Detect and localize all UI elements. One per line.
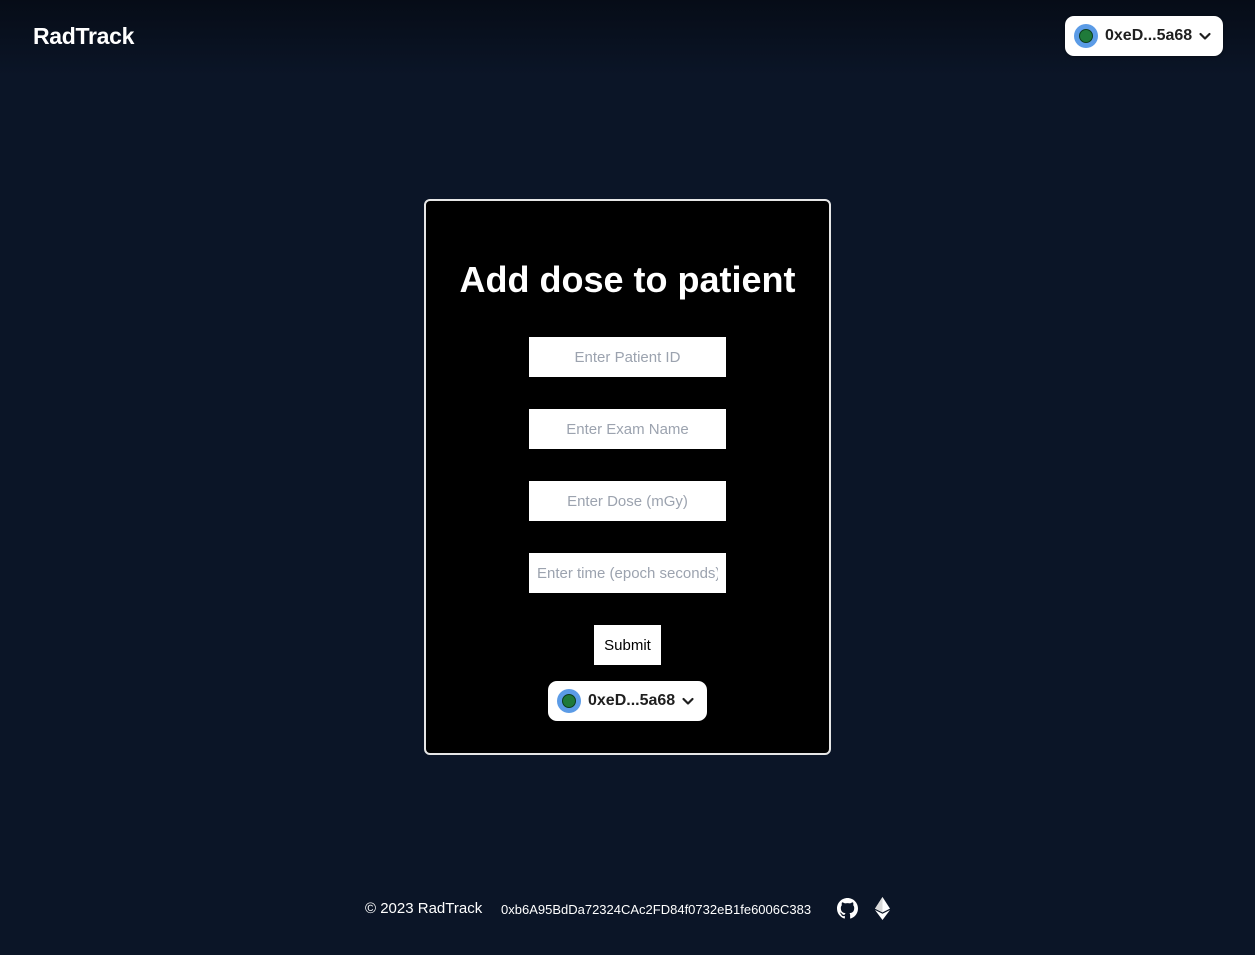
brand-logo[interactable]: RadTrack	[33, 23, 134, 50]
wallet-account-button[interactable]: 0xeD...5a68	[1065, 16, 1223, 56]
submit-button[interactable]: Submit	[594, 625, 661, 665]
wallet-address: 0xeD...5a68	[588, 692, 676, 709]
chevron-down-icon	[681, 694, 695, 708]
globe-avatar-icon	[1074, 24, 1098, 48]
contract-address[interactable]: 0xb6A95BdDa72324CAc2FD84f0732eB1fe6006C3…	[501, 902, 811, 917]
wallet-address: 0xeD...5a68	[1105, 27, 1193, 44]
copyright-text: © 2023 RadTrack	[365, 900, 483, 917]
card-wallet-button[interactable]: 0xeD...5a68	[548, 681, 707, 721]
patient-id-input[interactable]	[529, 337, 726, 377]
chevron-down-icon	[1198, 29, 1212, 43]
top-bar: RadTrack 0xeD...5a68	[0, 0, 1255, 75]
add-dose-card: Add dose to patient Submit	[424, 199, 831, 755]
ethereum-icon[interactable]	[875, 897, 890, 920]
github-icon[interactable]	[837, 898, 858, 919]
footer: © 2023 RadTrack 0xb6A95BdDa72324CAc2FD84…	[0, 897, 1255, 921]
dose-input[interactable]	[529, 481, 726, 521]
time-input[interactable]	[529, 553, 726, 593]
page: RadTrack 0xeD...5a68 Add dose to patient…	[0, 0, 1255, 955]
form-title: Add dose to patient	[459, 259, 796, 300]
exam-name-input[interactable]	[529, 409, 726, 449]
globe-avatar-icon	[557, 689, 581, 713]
